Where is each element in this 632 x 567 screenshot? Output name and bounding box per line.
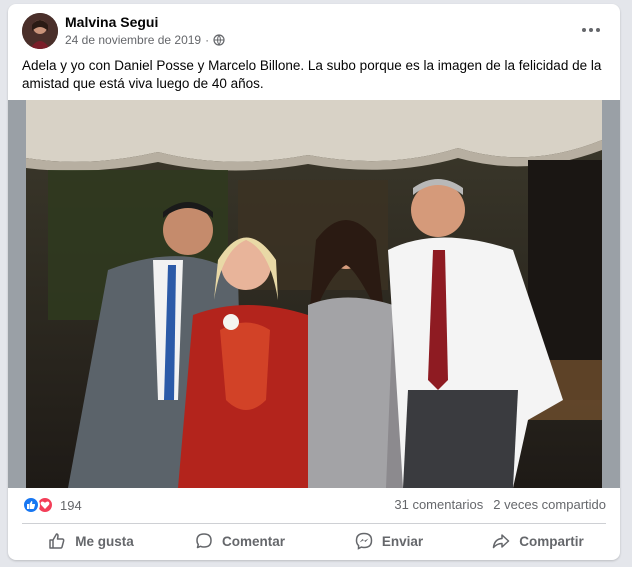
- post-card: Malvina Segui 24 de noviembre de 2019 · …: [8, 4, 620, 560]
- post-date[interactable]: 24 de noviembre de 2019: [65, 33, 201, 47]
- like-button[interactable]: Me gusta: [16, 526, 165, 556]
- globe-icon: [213, 34, 225, 46]
- more-horizontal-icon[interactable]: [580, 20, 602, 40]
- meta-separator: ·: [205, 33, 210, 47]
- author-avatar[interactable]: [22, 13, 58, 49]
- like-icon: [22, 496, 40, 514]
- send-label: Enviar: [381, 533, 424, 549]
- send-button[interactable]: Enviar: [314, 526, 463, 556]
- dot: [596, 28, 600, 32]
- shares-count[interactable]: 2 veces compartido: [493, 497, 606, 512]
- dot: [582, 28, 586, 32]
- photo-image: [8, 100, 620, 488]
- share-button[interactable]: Compartir: [463, 526, 612, 556]
- post-text: Adela y yo con Daniel Posse y Marcelo Bi…: [22, 58, 602, 91]
- comment-label: Comentar: [221, 533, 285, 549]
- post-photo[interactable]: [8, 100, 620, 488]
- avatar-image: [22, 13, 58, 49]
- post-meta: 24 de noviembre de 2019 ·: [65, 33, 225, 47]
- dot: [589, 28, 593, 32]
- post-header: Malvina Segui 24 de noviembre de 2019 ·: [8, 4, 620, 54]
- post-stats: 194 31 comentarios 2 veces compartido: [8, 494, 620, 518]
- share-label: Compartir: [519, 533, 584, 549]
- thumb-up-glyph: [27, 501, 36, 509]
- reactions-summary[interactable]: 194: [22, 496, 82, 514]
- comment-button[interactable]: Comentar: [165, 526, 314, 556]
- comment-icon: [196, 533, 212, 549]
- engagement-counts: 31 comentarios 2 veces compartido: [394, 497, 606, 512]
- reaction-count: 194: [60, 497, 82, 513]
- share-icon: [492, 534, 510, 549]
- author-name[interactable]: Malvina Segui: [65, 14, 158, 30]
- actions-divider: [22, 523, 606, 524]
- thumb-up-icon: [49, 533, 65, 549]
- comments-count[interactable]: 31 comentarios: [394, 497, 483, 512]
- heart-glyph: [40, 501, 50, 509]
- like-label: Me gusta: [75, 533, 134, 549]
- action-bar: Me gusta Comentar Enviar Compartir: [16, 526, 612, 556]
- messenger-icon: [355, 532, 373, 550]
